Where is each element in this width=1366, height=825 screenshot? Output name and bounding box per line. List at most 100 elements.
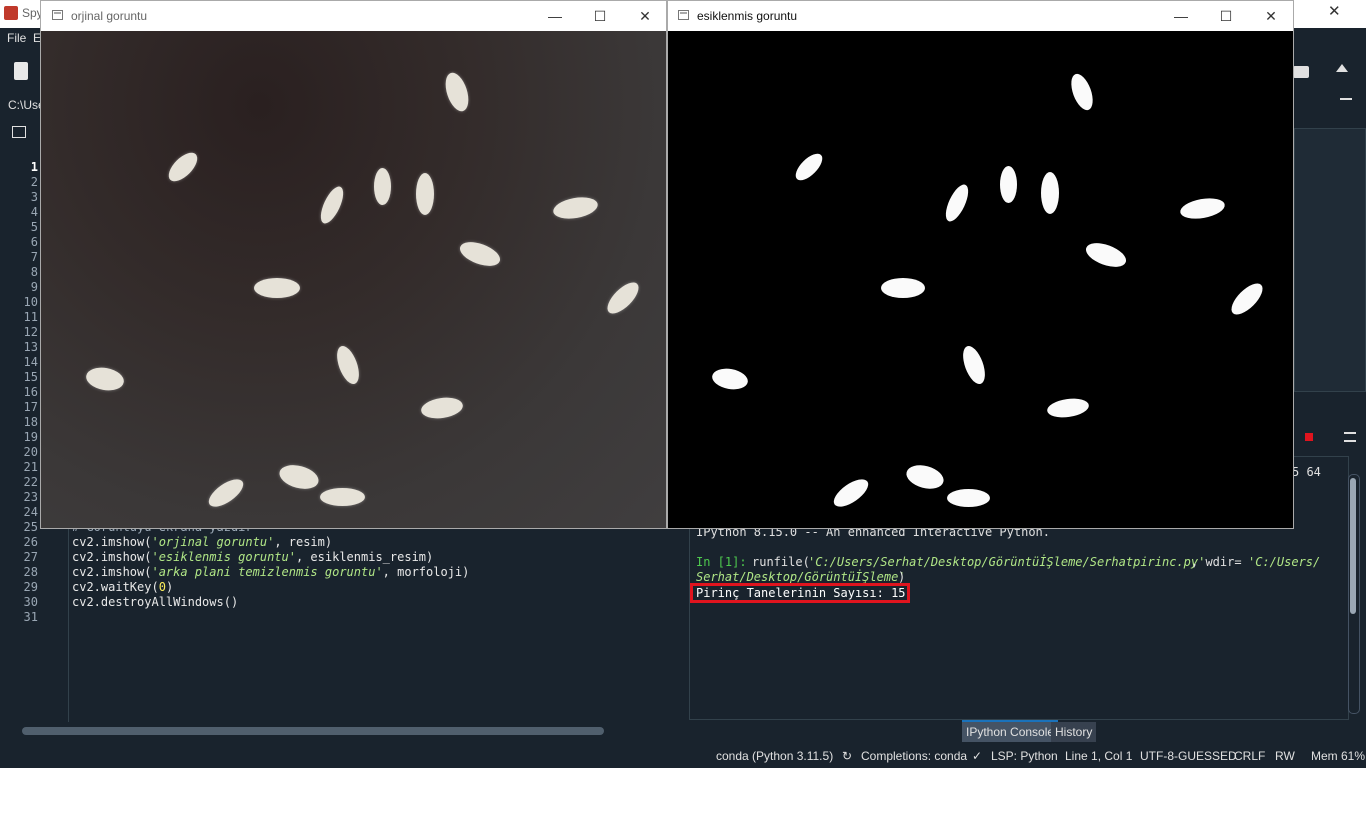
wdir-keyword: , wdir= <box>1191 555 1242 569</box>
rice-grain <box>316 183 348 227</box>
line-number: 6 <box>30 235 38 249</box>
line-number: 20 <box>23 445 38 459</box>
status-lsp[interactable]: LSP: Python <box>991 749 1058 763</box>
code-line: cv2.destroyAllWindows() <box>72 595 239 609</box>
line-number: 30 <box>23 595 38 609</box>
window-app-icon <box>52 10 63 20</box>
maximize-button[interactable]: ☐ <box>577 1 623 31</box>
rice-grain <box>84 364 126 394</box>
code-line: cv2.imshow('arka plani temizlenmis gorun… <box>72 565 470 579</box>
rice-grain <box>456 237 504 271</box>
status-memory: Mem 61% <box>1311 749 1366 763</box>
original-window-title: orjinal goruntu <box>71 9 148 23</box>
line-number: 16 <box>23 385 38 399</box>
rice-grain <box>710 366 750 392</box>
spyder-logo-icon <box>4 6 18 20</box>
rice-grain <box>254 278 300 298</box>
rice-grain <box>416 173 434 215</box>
folder-icon[interactable] <box>1293 66 1309 78</box>
rice-grain <box>1082 238 1130 272</box>
line-number: 25 <box>23 520 38 534</box>
line-number: 17 <box>23 400 38 414</box>
rice-grain <box>999 165 1017 203</box>
help-pane-content <box>1294 128 1366 392</box>
line-number: 26 <box>23 535 38 549</box>
original-image-window[interactable]: orjinal goruntu — ☐ ✕ <box>40 0 667 529</box>
rice-grain <box>602 277 644 319</box>
line-number: 21 <box>23 460 38 474</box>
rice-grain <box>276 461 322 493</box>
rice-grain <box>881 278 925 298</box>
line-number: 24 <box>23 505 38 519</box>
parent-directory-icon[interactable] <box>1336 64 1348 72</box>
status-environment[interactable]: conda (Python 3.11.5) <box>716 749 833 763</box>
console-header-fragment: 5 64 <box>1292 465 1321 479</box>
thresholded-window-titlebar[interactable]: esiklenmis goruntu — ☐ ✕ <box>668 1 1293 31</box>
tab-history[interactable]: History <box>1051 722 1097 742</box>
close-button[interactable]: ✕ <box>1248 1 1294 31</box>
runfile-path: 'C:/Users/Serhat/Desktop/GörüntüİŞleme/S… <box>808 555 1206 569</box>
close-button[interactable]: ✕ <box>622 1 668 31</box>
rice-grain <box>441 69 473 115</box>
line-number: 31 <box>23 610 38 624</box>
line-number: 8 <box>30 265 38 279</box>
line-number: 19 <box>23 430 38 444</box>
status-encoding: UTF-8-GUESSED <box>1140 749 1237 763</box>
spyder-close-button[interactable]: ✕ <box>1328 2 1341 20</box>
rice-grain <box>319 488 365 506</box>
rice-grain <box>958 343 990 387</box>
status-completions[interactable]: Completions: conda <box>861 749 967 763</box>
tab-ipython-console[interactable]: IPython Console <box>962 720 1059 742</box>
rice-grain <box>941 181 973 225</box>
line-number: 11 <box>23 310 38 324</box>
wdir-path-start: 'C:/Users/ <box>1248 555 1321 569</box>
status-rw: RW <box>1275 749 1295 763</box>
line-number: 18 <box>23 415 38 429</box>
code-line: cv2.imshow('esiklenmis goruntu', esiklen… <box>72 550 434 564</box>
rice-grain <box>791 149 827 185</box>
rice-grain <box>1178 194 1226 222</box>
runfile-command: runfile( <box>752 555 810 569</box>
rice-grain <box>1045 396 1091 420</box>
line-number: 13 <box>23 340 38 354</box>
minimize-button[interactable]: — <box>532 1 578 31</box>
editor-scroll-thumb[interactable] <box>22 727 604 735</box>
maximize-button[interactable]: ☐ <box>1203 1 1249 31</box>
thresholded-image-window[interactable]: esiklenmis goruntu — ☐ ✕ <box>667 0 1294 529</box>
console-output-result: Pirinç Tanelerinin Sayısı: 15 <box>696 586 906 600</box>
status-eol: CRLF <box>1234 749 1266 763</box>
wdir-path-end: Serhat/Desktop/GörüntüİŞleme' <box>696 570 906 584</box>
line-number: 29 <box>23 580 38 594</box>
menu-file[interactable]: File <box>7 31 26 45</box>
rice-grain <box>163 147 203 187</box>
line-number: 9 <box>30 280 38 294</box>
minimize-button[interactable]: — <box>1158 1 1204 31</box>
rice-grain <box>373 167 391 205</box>
rice-grain <box>419 395 465 421</box>
code-line: cv2.waitKey(0) <box>72 580 174 594</box>
rice-grain <box>1041 172 1059 214</box>
thresholded-window-title: esiklenmis goruntu <box>697 9 798 23</box>
rice-grain <box>551 194 599 222</box>
original-window-titlebar[interactable]: orjinal goruntu — ☐ ✕ <box>41 1 666 31</box>
line-number: 23 <box>23 490 38 504</box>
line-number: 7 <box>30 250 38 264</box>
browse-tabs-icon[interactable] <box>12 126 26 138</box>
console-options-icon[interactable] <box>1344 432 1356 442</box>
line-number: 14 <box>23 355 38 369</box>
line-number: 1 <box>30 160 38 174</box>
stop-kernel-icon[interactable] <box>1305 433 1313 441</box>
window-app-icon <box>678 10 689 20</box>
new-file-icon[interactable] <box>14 62 28 80</box>
input-prompt: In [1]: <box>696 555 747 569</box>
line-number: 5 <box>30 220 38 234</box>
rice-grain <box>829 474 873 512</box>
completions-icon: ↻ <box>842 749 853 763</box>
rice-grain <box>1067 71 1097 113</box>
check-icon: ✓ <box>972 749 983 763</box>
line-number: 12 <box>23 325 38 339</box>
thresholded-image <box>668 31 1293 528</box>
rice-grain <box>1226 278 1268 320</box>
line-number: 3 <box>30 190 38 204</box>
console-scroll-thumb[interactable] <box>1350 478 1356 614</box>
